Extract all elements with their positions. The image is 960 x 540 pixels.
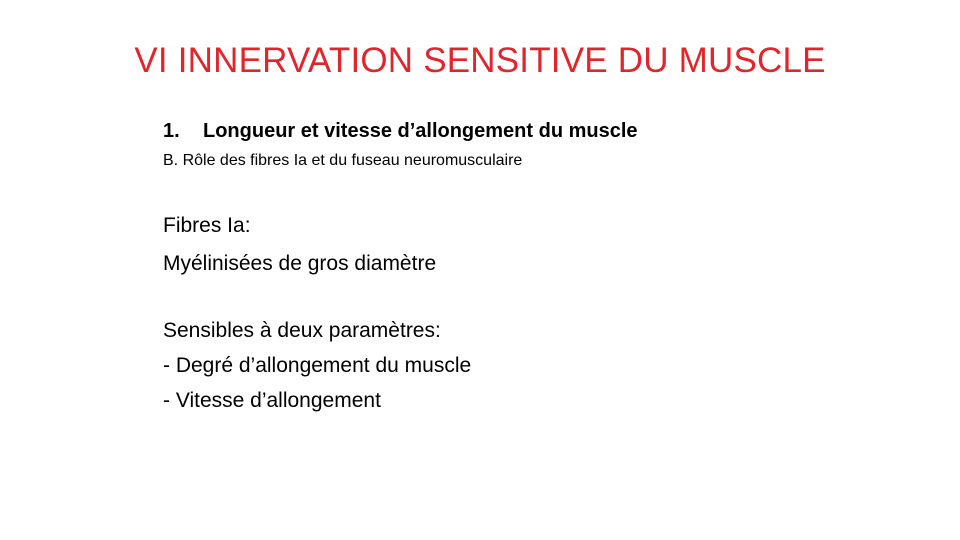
body-line-vitesse: - Vitesse d’allongement (163, 389, 381, 412)
section-heading: 1. Longueur et vitesse d’allongement du m… (163, 117, 638, 145)
heading-text: Longueur et vitesse d’allongement du mus… (203, 120, 638, 142)
slide-title: VI INNERVATION SENSITIVE DU MUSCLE (134, 41, 826, 80)
body-line-myelinisees: Myélinisées de gros diamètre (163, 252, 437, 275)
body-line-fibres: Fibres Ia: (163, 214, 251, 237)
slide: VI INNERVATION SENSITIVE DU MUSCLE 1. Lon… (0, 0, 960, 540)
section-subheading: B. Rôle des fibres Ia et du fuseau neuro… (163, 152, 523, 169)
body-line-degre: - Degré d’allongement du muscle (163, 354, 472, 377)
heading-number: 1. (163, 120, 180, 142)
body-line-sensibles: Sensibles à deux paramètres: (163, 319, 441, 342)
